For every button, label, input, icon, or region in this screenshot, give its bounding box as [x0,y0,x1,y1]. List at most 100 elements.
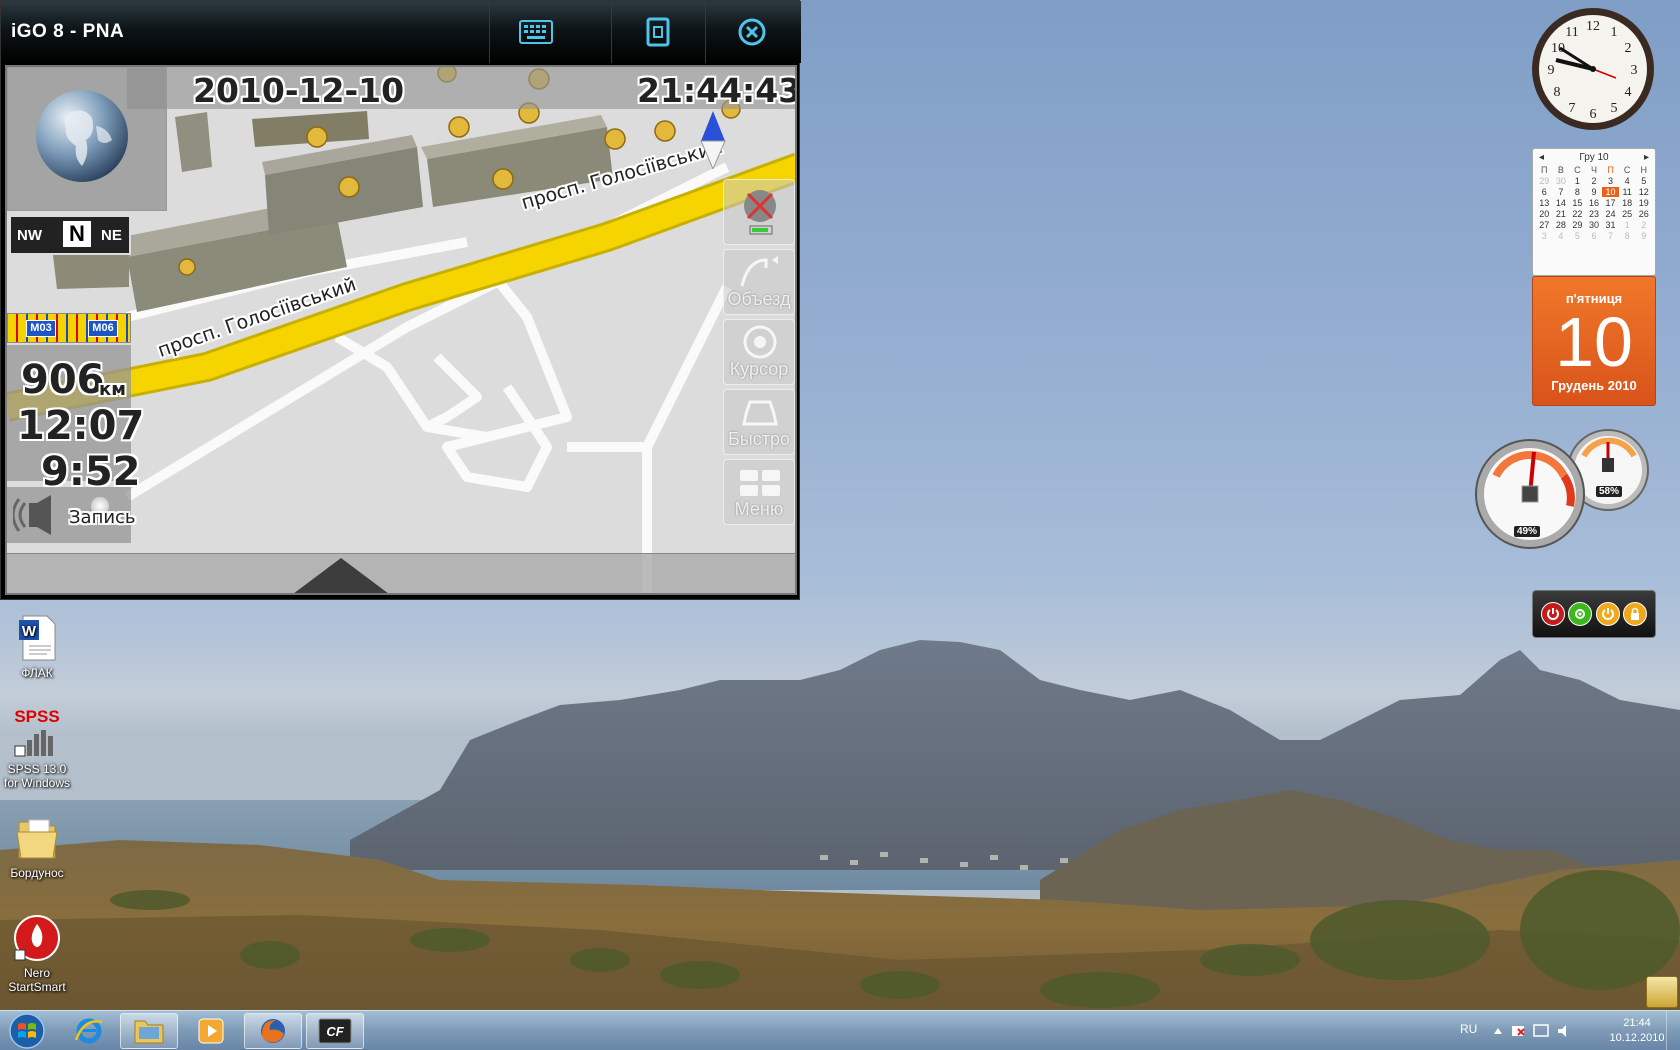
network-icon[interactable] [1533,1024,1549,1037]
record-label[interactable]: Запись [69,507,136,528]
calendar-date[interactable]: 23 [1586,209,1603,219]
lock-icon [1631,607,1640,620]
calendar-date[interactable]: 8 [1619,231,1636,241]
calendar-date[interactable]: 25 [1619,209,1636,219]
cursor-button[interactable]: Курсор [723,319,795,385]
calendar-date[interactable]: 6 [1586,231,1603,241]
globe-icon [36,90,128,182]
calendar-date[interactable]: 9 [1586,187,1603,197]
taskbar-explorer[interactable] [120,1013,178,1049]
calendar-date[interactable]: 1 [1619,220,1636,230]
globe-button[interactable] [7,67,167,211]
sleep-button[interactable] [1595,602,1620,626]
internet-explorer-icon [74,1018,103,1044]
calendar-weekday: С [1623,165,1631,175]
calendar-date[interactable]: 14 [1553,198,1570,208]
desktop-icon-bordunos[interactable]: Бордунос [0,814,74,880]
calendar-date[interactable]: 7 [1553,187,1570,197]
desktop-icon-nero[interactable]: Nero StartSmart [0,914,74,994]
calendar-date[interactable]: 5 [1569,231,1586,241]
calendar-date[interactable]: 29 [1569,220,1586,230]
menu-button[interactable]: Меню [723,459,795,525]
calendar-gadget[interactable]: ◂ Гру 10 ▸ П В С Ч П С Н 29 30 1 2 3 4 5 6 7 8 9 10 11 12 13 1… [1532,148,1656,406]
calendar-date[interactable]: 9 [1635,231,1652,241]
calendar-date[interactable]: 26 [1635,209,1652,219]
next-month-icon[interactable]: ▸ [1644,152,1649,163]
gps-status-button[interactable] [723,179,795,245]
show-desktop-button[interactable] [1666,1011,1680,1050]
svg-text:1: 1 [1611,25,1618,40]
calendar-date[interactable]: 2 [1635,220,1652,230]
show-hidden-icons-icon[interactable] [1494,1028,1502,1034]
volume-icon[interactable] [1558,1025,1566,1037]
map-side-buttons: Объезд Курсор Быстро Меню [723,107,795,559]
detour-button[interactable]: Объезд [723,249,795,315]
clock-gadget[interactable]: 12 123 4567 891011 [1530,6,1656,132]
calendar-date[interactable]: 15 [1569,198,1586,208]
taskbar-internet-explorer[interactable] [60,1013,118,1049]
calendar-date[interactable]: 29 [1536,176,1553,186]
keyboard-button[interactable] [489,1,581,63]
lock-button[interactable] [1623,602,1648,626]
bottom-bar[interactable] [7,553,795,594]
calendar-date[interactable]: 31 [1602,220,1619,230]
taskbar-media-player[interactable] [182,1013,240,1049]
memory-percent: 58% [1596,486,1623,497]
calendar-date[interactable]: 21 [1553,209,1570,219]
taskbar-cf-app[interactable]: CF [306,1013,364,1049]
system-tray: RU 21:44 10.12.2010 [1460,1011,1680,1050]
desktop-icon-flak[interactable]: W ФЛАК [0,614,74,680]
map-date: 2010-12-10 [193,71,405,110]
language-indicator[interactable]: RU [1460,1022,1477,1036]
cpu-meter-gadget[interactable]: 49% 58% [1474,426,1650,556]
calendar-date[interactable]: 5 [1635,176,1652,186]
calendar-date[interactable]: 18 [1619,198,1636,208]
prev-month-icon[interactable]: ◂ [1539,152,1544,163]
shutdown-button[interactable] [1540,602,1565,626]
calendar-date[interactable]: 3 [1536,231,1553,241]
calendar-date[interactable]: 8 [1569,187,1586,197]
quick-button[interactable]: Быстро [723,389,795,455]
menu-label: Меню [734,499,784,519]
start-button[interactable] [2,1012,52,1050]
desktop-icon-label: Nero StartSmart [8,966,66,994]
expand-up-icon[interactable] [291,556,391,594]
calendar-date[interactable]: 4 [1553,231,1570,241]
calendar-date[interactable]: 28 [1553,220,1570,230]
calendar-date[interactable]: 30 [1553,176,1570,186]
close-button[interactable] [705,1,797,63]
window-mode-button[interactable] [611,1,703,63]
desktop-icon-spss[interactable]: SPSS SPSS 13.0 for Windows [0,708,74,790]
calendar-date[interactable]: 1 [1569,176,1586,186]
calendar-date[interactable]: 7 [1602,231,1619,241]
igo-titlebar[interactable]: iGO 8 - PNA [1,1,801,63]
taskbar-firefox[interactable] [244,1013,302,1049]
calendar-weekday: В [1557,165,1564,175]
calendar-date[interactable]: 11 [1619,187,1636,197]
calendar-date[interactable]: 12 [1635,187,1652,197]
calendar-date[interactable]: 19 [1635,198,1652,208]
calendar-date[interactable]: 27 [1536,220,1553,230]
calendar-date[interactable]: 30 [1586,220,1603,230]
restart-button[interactable] [1568,602,1593,626]
calendar-date[interactable]: 13 [1536,198,1553,208]
calendar-date[interactable]: 2 [1586,176,1603,186]
distance-value: 906 [21,357,105,403]
compass-nw: NW [17,227,42,244]
calendar-date[interactable]: 20 [1536,209,1553,219]
calendar-date[interactable]: 6 [1536,187,1553,197]
calendar-date[interactable]: 3 [1602,176,1619,186]
calendar-date[interactable]: 16 [1586,198,1603,208]
calendar-date[interactable]: 10 [1602,187,1619,197]
calendar-date[interactable]: 22 [1569,209,1586,219]
map-view[interactable]: 2010-12-10 21:44:43 просп. Голосіївський… [5,65,797,595]
svg-text:9: 9 [1548,63,1555,78]
calendar-date[interactable]: 4 [1619,176,1636,186]
calendar-date[interactable]: 24 [1602,209,1619,219]
svg-text:11: 11 [1565,25,1578,40]
on-screen-keyboard-icon[interactable] [1646,976,1678,1008]
firefox-icon [261,1019,285,1043]
speaker-icon[interactable] [13,493,69,537]
igo-window: iGO 8 - PNA 2010-12-10 21:44:43 просп. Г… [0,0,801,600]
calendar-date[interactable]: 17 [1602,198,1619,208]
